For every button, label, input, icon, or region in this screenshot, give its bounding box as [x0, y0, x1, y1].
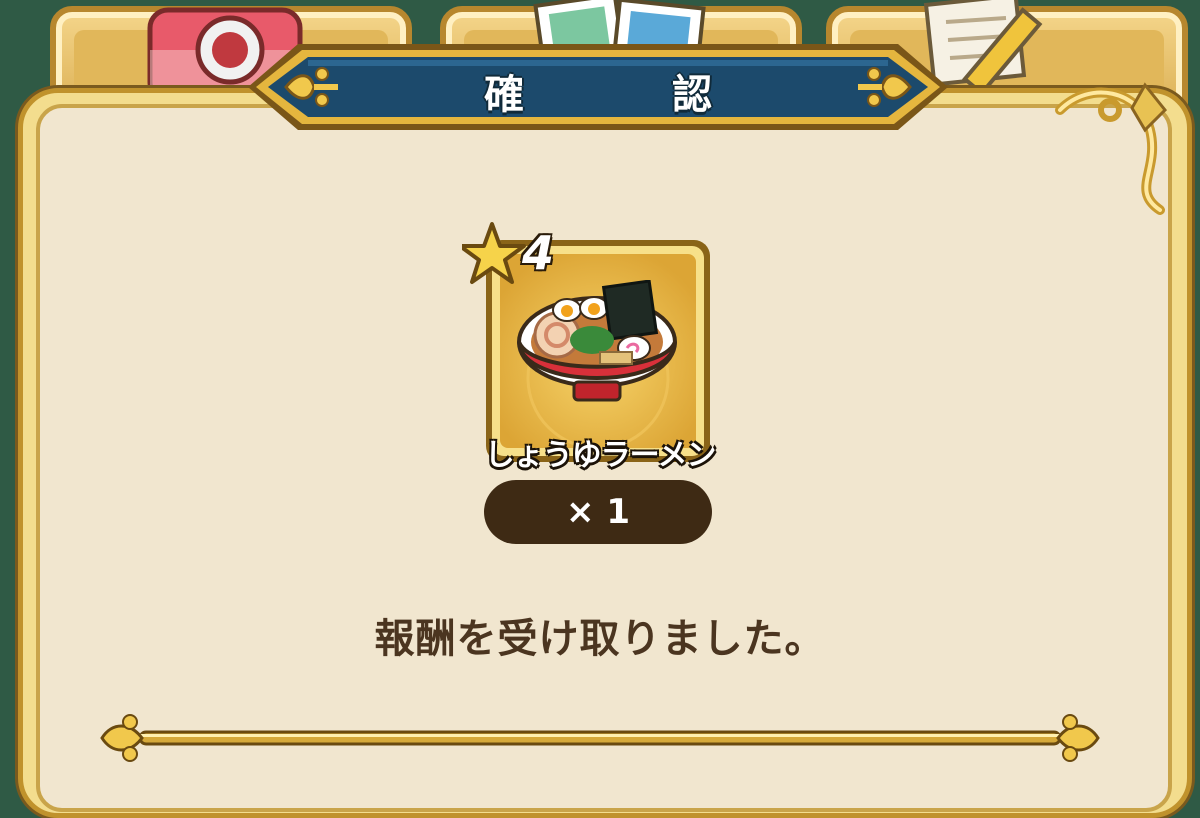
dialog-message: 報酬を受け取りました。: [374, 616, 826, 662]
divider-left-ornament-icon: [100, 724, 144, 752]
reward-item-name: しょうゆラーメン: [484, 438, 717, 473]
divider-right-ornament-icon: [1056, 724, 1100, 752]
ramen-bowl-icon: [517, 280, 677, 402]
title-banner: 確 認: [238, 40, 958, 134]
dialog-title: 確 認: [484, 72, 766, 118]
rarity-stars-count: 4: [522, 226, 555, 280]
ornamental-divider: [100, 714, 1100, 762]
reward-quantity: × 1: [484, 480, 712, 544]
corner-ornament-icon: [1055, 82, 1168, 215]
